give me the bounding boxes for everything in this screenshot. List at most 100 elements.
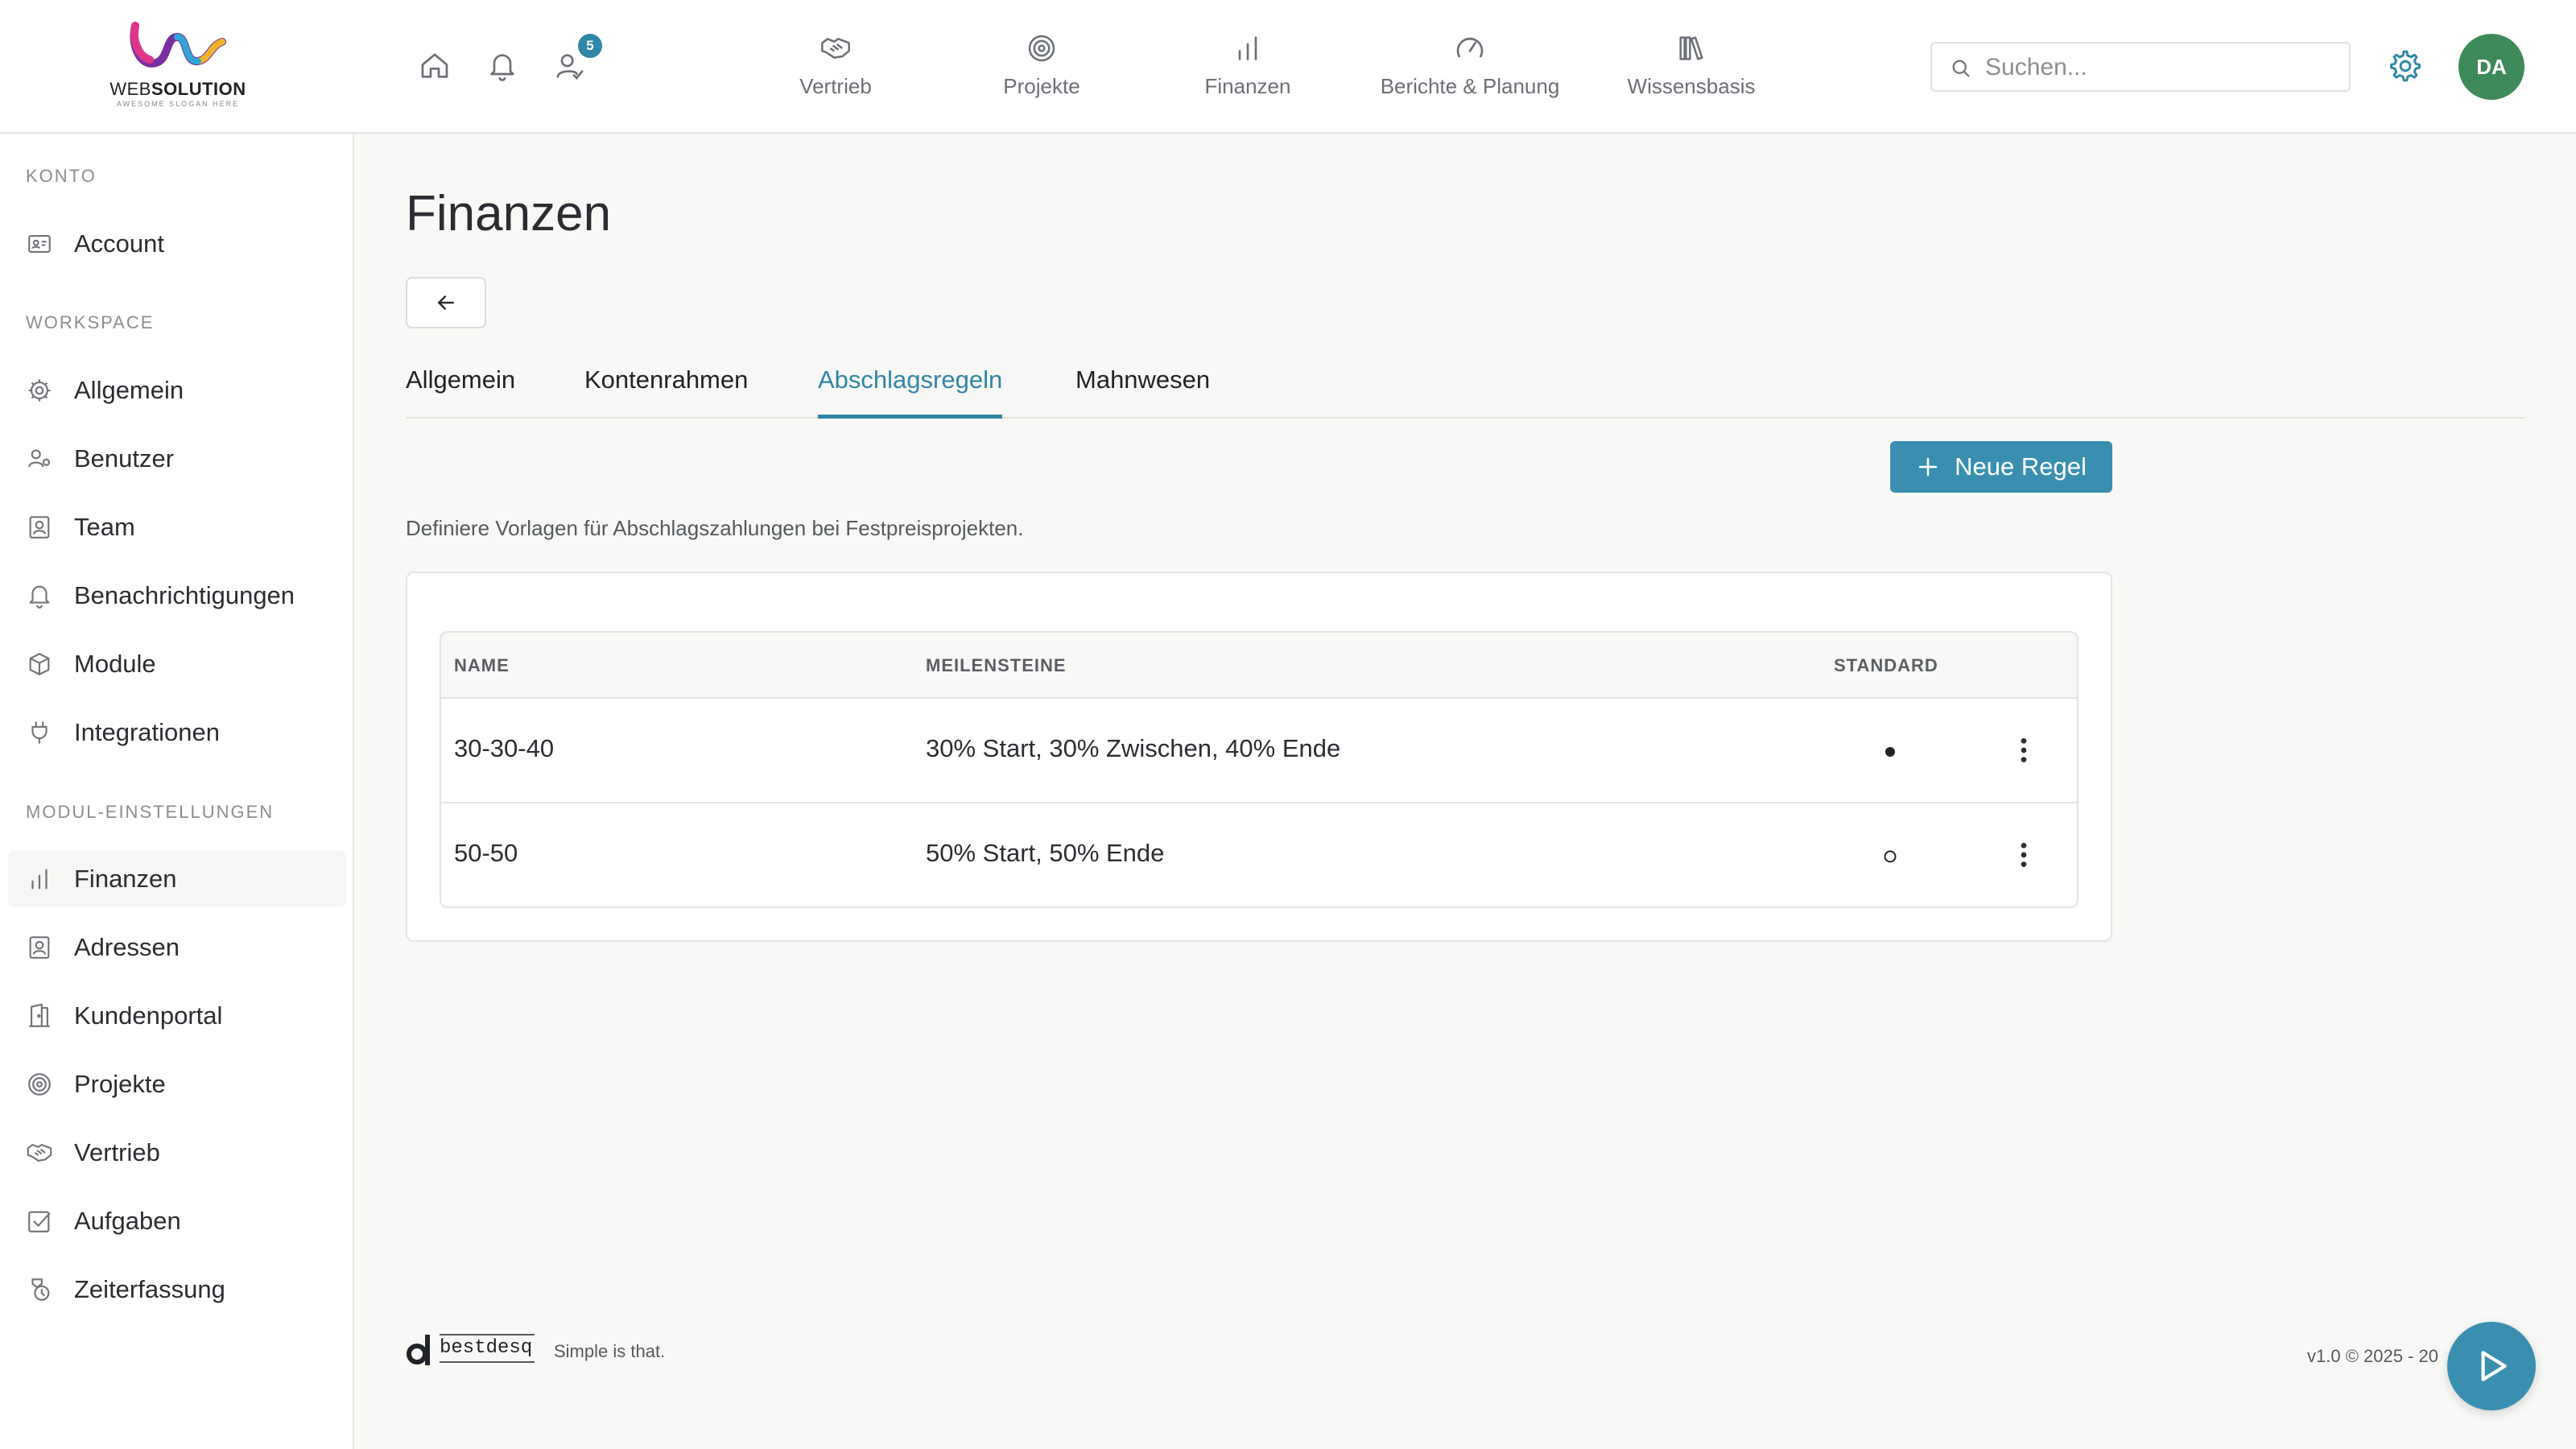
footer-tagline: Simple is that. xyxy=(554,1341,666,1361)
websolution-logo[interactable]: WEBSOLUTION AWESOME SLOGAN HERE xyxy=(109,19,246,109)
sidebar-item-label: Team xyxy=(74,513,135,541)
target-icon xyxy=(1026,32,1058,64)
bestdesq-d-mark: bestdesq xyxy=(407,1334,535,1365)
nav-label: Finanzen xyxy=(1204,74,1291,98)
timer-icon xyxy=(26,1276,53,1303)
settings-tabs: Allgemein Kontenrahmen Abschlagsregeln M… xyxy=(406,362,2524,419)
tab-kontenrahmen[interactable]: Kontenrahmen xyxy=(584,365,748,419)
books-icon xyxy=(1675,32,1707,64)
sidebar-item-label: Projekte xyxy=(74,1070,166,1098)
sidebar-item-vertrieb[interactable]: Vertrieb xyxy=(8,1125,346,1181)
id-card-icon xyxy=(26,230,53,258)
nav-finanzen[interactable]: Finanzen xyxy=(1183,32,1312,105)
sidebar-item-label: Finanzen xyxy=(74,865,177,893)
logo-prefix: WEB xyxy=(109,79,151,99)
box-icon xyxy=(26,650,53,678)
more-vertical-icon[interactable] xyxy=(2008,839,2040,871)
search-box xyxy=(1930,42,2351,92)
sidebar-item-label: Integrationen xyxy=(74,718,220,746)
sidebar-item-label: Zeiterfassung xyxy=(74,1275,225,1303)
handshake-icon xyxy=(819,32,852,64)
nav-label: Wissensbasis xyxy=(1627,74,1756,98)
sidebar-item-integrationen[interactable]: Integrationen xyxy=(8,704,346,761)
nav-berichte-planung[interactable]: Berichte & Planung xyxy=(1368,32,1571,105)
sidebar-item-label: Aufgaben xyxy=(74,1207,181,1235)
sidebar-item-zeiterfassung[interactable]: Zeiterfassung xyxy=(8,1261,346,1318)
sidebar-item-label: Adressen xyxy=(74,933,180,961)
nav-vertrieb[interactable]: Vertrieb xyxy=(779,32,892,105)
rule-milestones: 50% Start, 50% Ende xyxy=(926,839,1165,867)
team-icon xyxy=(26,514,53,541)
door-icon xyxy=(26,1002,53,1030)
logo-text: WEBSOLUTION xyxy=(109,79,246,100)
arrow-left-icon xyxy=(434,291,458,315)
plus-icon xyxy=(1916,455,1940,479)
sidebar-item-label: Benachrichtigungen xyxy=(74,581,295,609)
sidebar-item-label: Allgemein xyxy=(74,376,184,404)
tab-allgemein[interactable]: Allgemein xyxy=(406,365,515,419)
default-empty-dot-icon xyxy=(1884,850,1897,863)
bar-chart-icon xyxy=(1232,32,1264,64)
settings-sidebar: KONTO Account WORKSPACE Allgemein Benutz… xyxy=(0,134,354,1449)
sidebar-item-finanzen[interactable]: Finanzen xyxy=(8,851,346,907)
target-icon xyxy=(26,1071,53,1098)
default-filled-dot-icon xyxy=(1885,747,1895,757)
logo-suffix: SOLUTION xyxy=(151,79,246,99)
sidebar-item-adressen[interactable]: Adressen xyxy=(8,919,346,976)
column-header-milestones: MEILENSTEINE xyxy=(926,655,1067,675)
new-rule-button[interactable]: Neue Regel xyxy=(1890,441,2112,493)
table-row[interactable]: 30-30-40 30% Start, 30% Zwischen, 40% En… xyxy=(441,699,2077,803)
sidebar-item-label: Benutzer xyxy=(74,444,175,473)
sidebar-item-label: Vertrieb xyxy=(74,1138,160,1166)
rule-milestones: 30% Start, 30% Zwischen, 40% Ende xyxy=(926,734,1341,762)
nav-label: Berichte & Planung xyxy=(1380,74,1560,98)
sidebar-item-benutzer[interactable]: Benutzer xyxy=(8,431,346,487)
nav-label: Projekte xyxy=(1003,74,1080,98)
nav-wissensbasis[interactable]: Wissensbasis xyxy=(1615,32,1768,105)
sidebar-item-module[interactable]: Module xyxy=(8,636,346,692)
gear-icon xyxy=(26,377,53,404)
table-header: NAME MEILENSTEINE STANDARD xyxy=(441,633,2077,699)
more-vertical-icon[interactable] xyxy=(2008,734,2040,766)
nav-projekte[interactable]: Projekte xyxy=(977,32,1106,105)
top-header: WEBSOLUTION AWESOME SLOGAN HERE 5 Vertri… xyxy=(0,0,2576,134)
sidebar-item-benachrichtigungen[interactable]: Benachrichtigungen xyxy=(8,568,346,624)
table-row[interactable]: 50-50 50% Start, 50% Ende xyxy=(441,803,2077,906)
search-input[interactable] xyxy=(1985,50,2339,85)
bell-icon xyxy=(26,582,53,609)
sidebar-item-kundenportal[interactable]: Kundenportal xyxy=(8,988,346,1044)
notification-badge: 5 xyxy=(578,34,602,58)
sidebar-item-aufgaben[interactable]: Aufgaben xyxy=(8,1193,346,1249)
section-label-konto: KONTO xyxy=(26,166,97,186)
back-button[interactable] xyxy=(406,277,486,328)
sidebar-item-label: Kundenportal xyxy=(74,1001,223,1030)
sidebar-item-team[interactable]: Team xyxy=(8,499,346,555)
tab-mahnwesen[interactable]: Mahnwesen xyxy=(1075,365,1210,419)
column-header-name: NAME xyxy=(454,655,510,675)
gauge-icon xyxy=(1454,32,1486,64)
gear-icon[interactable] xyxy=(2388,48,2423,84)
contact-icon xyxy=(26,934,53,961)
tab-abschlagsregeln[interactable]: Abschlagsregeln xyxy=(818,365,1003,419)
sidebar-item-account[interactable]: Account xyxy=(8,216,346,272)
rules-description: Definiere Vorlagen für Abschlagszahlunge… xyxy=(406,516,1024,540)
logo-mark xyxy=(130,22,226,68)
logo-slogan: AWESOME SLOGAN HERE xyxy=(116,100,240,108)
rules-card: NAME MEILENSTEINE STANDARD 30-30-40 30% … xyxy=(406,572,2112,942)
footer-version: v1.0 © 2025 - 20 xyxy=(2307,1346,2438,1366)
rules-table: NAME MEILENSTEINE STANDARD 30-30-40 30% … xyxy=(440,631,2079,908)
sidebar-item-projekte[interactable]: Projekte xyxy=(8,1056,346,1113)
play-button[interactable] xyxy=(2447,1322,2536,1410)
sidebar-item-allgemein[interactable]: Allgemein xyxy=(8,362,346,419)
bell-icon[interactable] xyxy=(486,50,518,82)
home-icon[interactable] xyxy=(419,50,451,82)
handshake-icon xyxy=(26,1139,53,1166)
nav-label: Vertrieb xyxy=(799,74,872,98)
sidebar-item-label: Module xyxy=(74,650,156,678)
column-header-standard: STANDARD xyxy=(1834,655,1938,675)
checkbox-icon xyxy=(26,1208,53,1235)
bar-chart-icon xyxy=(26,865,53,893)
sidebar-item-label: Account xyxy=(74,229,165,258)
user-avatar[interactable]: DA xyxy=(2458,34,2524,100)
search-icon xyxy=(1950,57,1972,80)
